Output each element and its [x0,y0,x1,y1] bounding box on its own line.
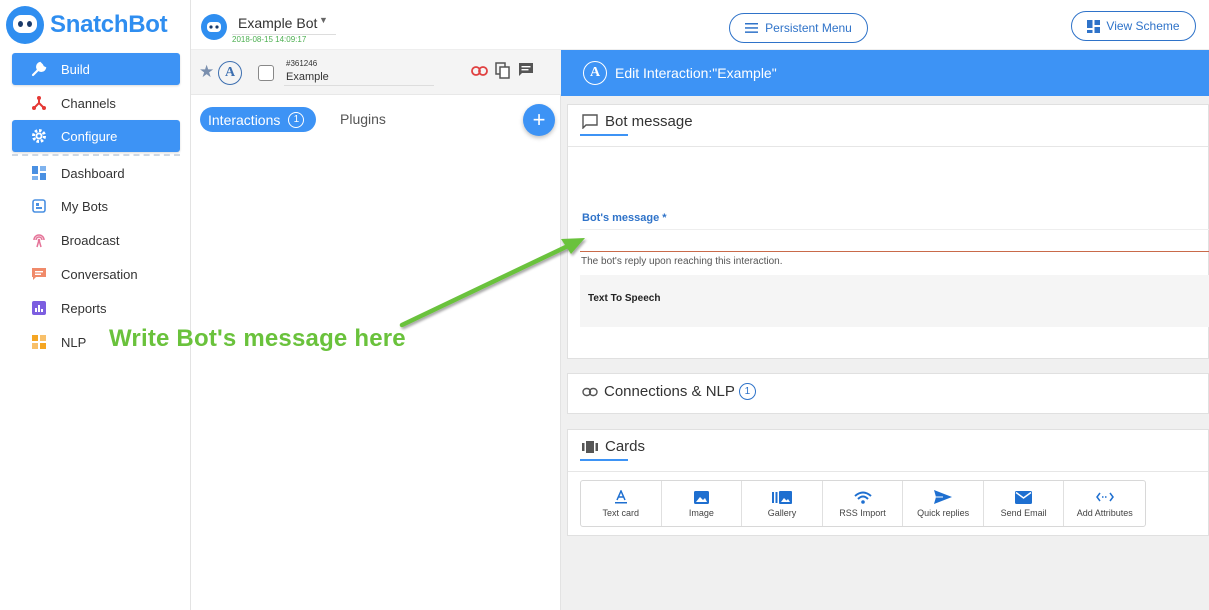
annotation-arrow [399,238,585,328]
annotation-text: Write Bot's message here [109,325,406,352]
